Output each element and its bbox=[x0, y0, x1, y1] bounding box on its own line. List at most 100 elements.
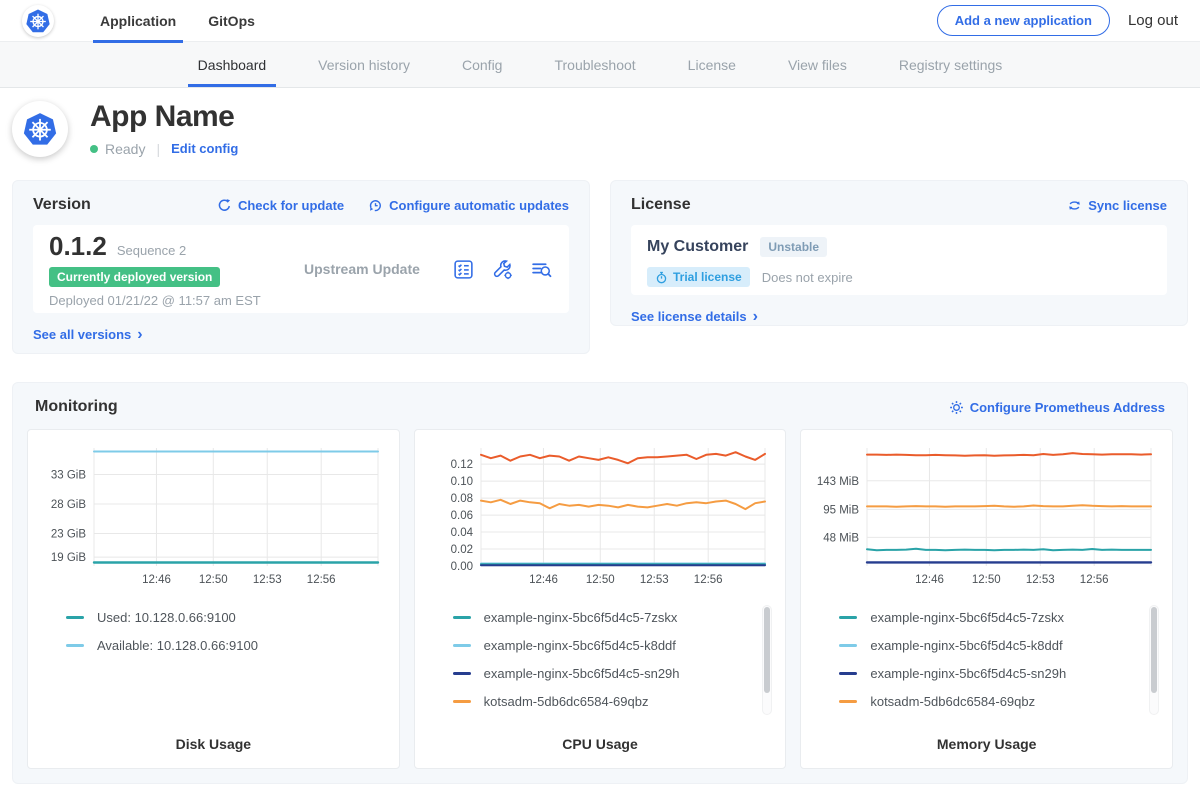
trial-license-badge: Trial license bbox=[647, 267, 750, 287]
svg-text:12:50: 12:50 bbox=[972, 574, 1001, 586]
check-for-update-link[interactable]: Check for update bbox=[217, 198, 344, 213]
see-license-details-link[interactable]: See license details › bbox=[631, 309, 758, 324]
channel-badge: Unstable bbox=[760, 237, 827, 257]
configure-prometheus-link[interactable]: Configure Prometheus Address bbox=[949, 400, 1165, 415]
legend-swatch bbox=[453, 644, 471, 647]
legend-scrollbar-thumb[interactable] bbox=[1151, 607, 1157, 693]
kubernetes-logo-icon bbox=[22, 111, 58, 147]
legend-item: example-nginx-5bc6f5d4c5-7zskx bbox=[839, 603, 1144, 631]
deployed-timestamp: Deployed 01/21/22 @ 11:57 am EST bbox=[49, 293, 304, 308]
version-card-title: Version bbox=[33, 196, 91, 214]
configure-prometheus-label: Configure Prometheus Address bbox=[970, 400, 1165, 415]
tab-license[interactable]: License bbox=[662, 42, 762, 87]
legend-swatch bbox=[839, 616, 857, 619]
gear-icon bbox=[949, 400, 964, 415]
monitoring-section: Monitoring Configure Prometheus Address bbox=[12, 382, 1188, 784]
legend-item: Available: 10.128.0.66:9100 bbox=[66, 631, 371, 659]
clock-refresh-icon bbox=[368, 198, 383, 213]
legend-label: example-nginx-5bc6f5d4c5-k8ddf bbox=[870, 638, 1062, 653]
add-new-application-button[interactable]: Add a new application bbox=[937, 5, 1110, 36]
svg-text:23 GiB: 23 GiB bbox=[51, 529, 86, 541]
cpu-usage-card: 12:4612:5012:5312:560.120.100.080.060.04… bbox=[414, 429, 787, 769]
svg-text:12:46: 12:46 bbox=[915, 574, 944, 586]
legend-label: example-nginx-5bc6f5d4c5-7zskx bbox=[484, 610, 678, 625]
version-number: 0.1.2 bbox=[49, 231, 107, 262]
svg-text:33 GiB: 33 GiB bbox=[51, 470, 86, 482]
legend-item: kotsadm-5db6dc6584-69qbz bbox=[453, 687, 758, 715]
svg-text:95 MiB: 95 MiB bbox=[824, 504, 860, 516]
see-license-details-label: See license details bbox=[631, 309, 747, 324]
ready-status-dot bbox=[90, 145, 98, 153]
svg-text:12:50: 12:50 bbox=[199, 574, 228, 586]
sync-license-link[interactable]: Sync license bbox=[1067, 198, 1167, 213]
svg-text:12:53: 12:53 bbox=[253, 574, 282, 586]
memory-usage-card: 12:4612:5012:5312:56143 MiB95 MiB48 MiB … bbox=[800, 429, 1173, 769]
legend-item: example-nginx-5bc6f5d4c5-7zskx bbox=[453, 603, 758, 631]
legend-item: example-nginx-5bc6f5d4c5-k8ddf bbox=[839, 631, 1144, 659]
config-wrench-icon[interactable] bbox=[491, 258, 514, 281]
divider: | bbox=[145, 141, 171, 157]
kubernetes-logo bbox=[22, 5, 54, 37]
chart-title: CPU Usage bbox=[425, 736, 776, 752]
tab-version-history[interactable]: Version history bbox=[292, 42, 436, 87]
svg-text:0.02: 0.02 bbox=[450, 544, 472, 556]
release-notes-icon[interactable] bbox=[452, 258, 475, 281]
version-source-label: Upstream Update bbox=[304, 261, 420, 277]
license-card: License Sync license My C bbox=[610, 180, 1188, 326]
svg-text:12:46: 12:46 bbox=[529, 574, 558, 586]
svg-text:0.10: 0.10 bbox=[450, 476, 472, 488]
expiry-label: Does not expire bbox=[762, 270, 853, 285]
svg-text:0.06: 0.06 bbox=[450, 510, 472, 522]
refresh-icon bbox=[217, 198, 232, 213]
legend-scrollbar-thumb[interactable] bbox=[764, 607, 770, 693]
legend-scrollbar[interactable] bbox=[1149, 605, 1159, 715]
svg-text:0.04: 0.04 bbox=[450, 527, 473, 539]
svg-text:12:50: 12:50 bbox=[586, 574, 615, 586]
monitoring-title: Monitoring bbox=[35, 398, 118, 416]
page-title: App Name bbox=[90, 102, 238, 132]
license-summary-row: My Customer Unstable Trial license Does … bbox=[631, 225, 1167, 295]
deployed-status-badge: Currently deployed version bbox=[49, 267, 220, 287]
tab-view-files[interactable]: View files bbox=[762, 42, 873, 87]
svg-text:28 GiB: 28 GiB bbox=[51, 499, 86, 511]
legend-scrollbar[interactable] bbox=[762, 605, 772, 715]
view-logs-icon[interactable] bbox=[530, 258, 553, 281]
chart-legend: example-nginx-5bc6f5d4c5-7zskx example-ng… bbox=[811, 603, 1162, 715]
app-header: App Name Ready | Edit config bbox=[0, 88, 1200, 172]
legend-swatch bbox=[839, 644, 857, 647]
see-all-versions-label: See all versions bbox=[33, 327, 131, 342]
disk-usage-card: 12:4612:5012:5312:5633 GiB28 GiB23 GiB19… bbox=[27, 429, 400, 769]
charts-row: 12:4612:5012:5312:5633 GiB28 GiB23 GiB19… bbox=[27, 429, 1173, 769]
legend-label: kotsadm-5db6dc6584-69qbz bbox=[484, 694, 649, 709]
tab-dashboard[interactable]: Dashboard bbox=[172, 42, 293, 87]
tab-gitops[interactable]: GitOps bbox=[192, 0, 271, 42]
svg-text:12:56: 12:56 bbox=[693, 574, 722, 586]
tab-troubleshoot[interactable]: Troubleshoot bbox=[528, 42, 661, 87]
disk-usage-chart: 12:4612:5012:5312:5633 GiB28 GiB23 GiB19… bbox=[38, 440, 386, 590]
current-version-row: 0.1.2 Sequence 2 Currently deployed vers… bbox=[33, 225, 569, 313]
legend-swatch bbox=[839, 672, 857, 675]
edit-config-link[interactable]: Edit config bbox=[171, 141, 238, 156]
check-for-update-label: Check for update bbox=[238, 198, 344, 213]
legend-item: kotsadm-5db6dc6584-69qbz bbox=[839, 687, 1144, 715]
legend-swatch bbox=[66, 644, 84, 647]
cpu-usage-chart: 12:4612:5012:5312:560.120.100.080.060.04… bbox=[425, 440, 773, 590]
legend-label: example-nginx-5bc6f5d4c5-k8ddf bbox=[484, 638, 676, 653]
logout-button[interactable]: Log out bbox=[1128, 12, 1178, 29]
customer-name: My Customer bbox=[647, 238, 748, 256]
configure-automatic-updates-link[interactable]: Configure automatic updates bbox=[368, 198, 569, 213]
svg-text:0.00: 0.00 bbox=[450, 561, 472, 573]
svg-text:12:56: 12:56 bbox=[307, 574, 336, 586]
top-nav: Application GitOps Add a new application… bbox=[0, 0, 1200, 42]
svg-text:12:46: 12:46 bbox=[142, 574, 171, 586]
legend-label: Used: 10.128.0.66:9100 bbox=[97, 610, 236, 625]
see-all-versions-link[interactable]: See all versions › bbox=[33, 327, 143, 342]
tab-application[interactable]: Application bbox=[84, 0, 192, 42]
trial-license-label: Trial license bbox=[673, 270, 742, 284]
chart-title: Disk Usage bbox=[38, 736, 389, 752]
tab-config[interactable]: Config bbox=[436, 42, 528, 87]
svg-text:48 MiB: 48 MiB bbox=[824, 532, 860, 544]
chart-title: Memory Usage bbox=[811, 736, 1162, 752]
tab-registry-settings[interactable]: Registry settings bbox=[873, 42, 1028, 87]
svg-text:0.08: 0.08 bbox=[450, 493, 472, 505]
